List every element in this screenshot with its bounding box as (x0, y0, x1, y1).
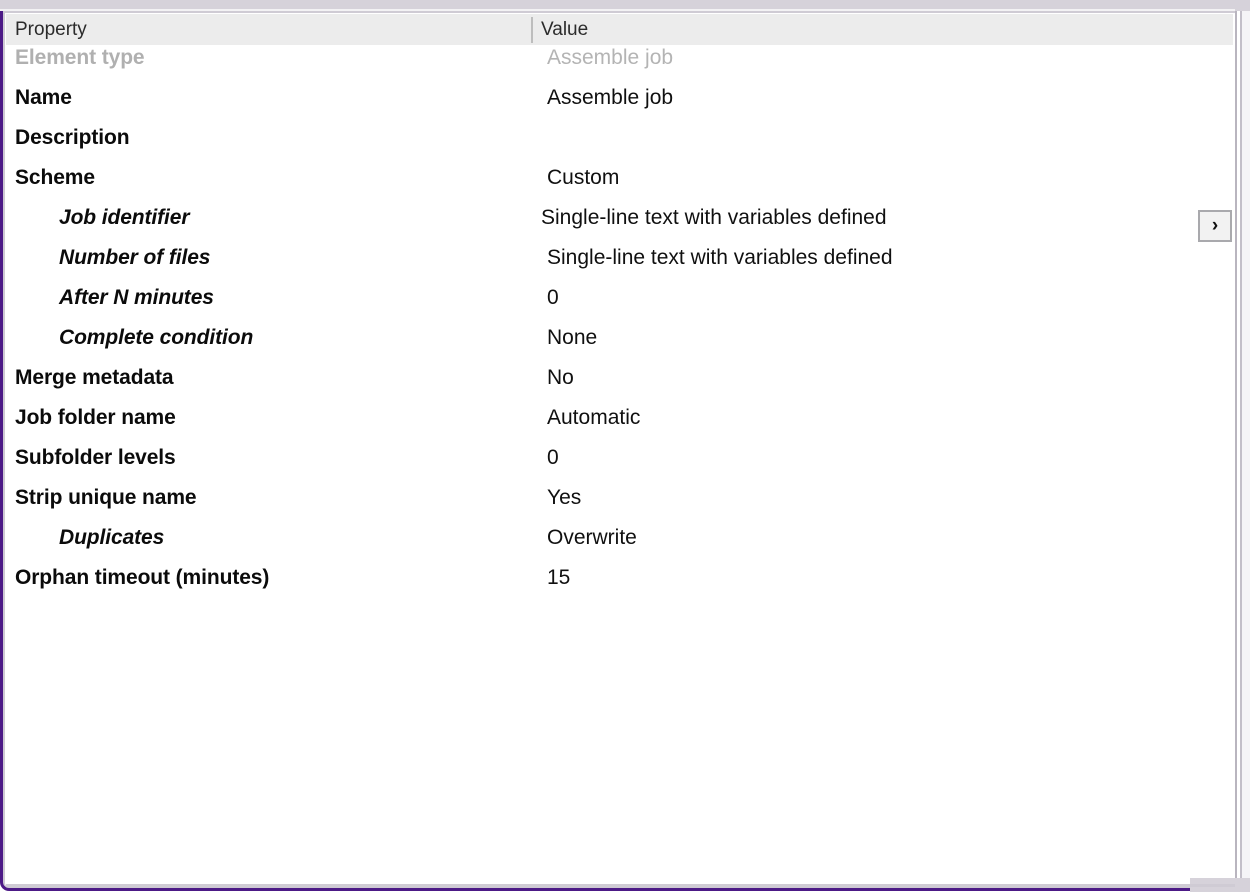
table-row[interactable]: Name Assemble job (6, 86, 1233, 126)
property-value[interactable]: Single-line text with variables defined (541, 206, 887, 230)
table-row[interactable]: Job identifier Single-line text with vari… (6, 206, 1233, 246)
column-header-value[interactable]: Value (541, 19, 588, 41)
table-row[interactable]: Strip unique name Yes (6, 486, 1233, 526)
property-inspector-panel: Property Value Element typeAssemble jobN… (0, 0, 1250, 892)
property-label: Element type (15, 46, 145, 70)
property-value[interactable]: Single-line text with variables defined (547, 246, 893, 270)
table-row[interactable]: After N minutes 0 (6, 286, 1233, 326)
table-row[interactable]: Duplicates Overwrite (6, 526, 1233, 566)
property-label: Orphan timeout (minutes) (15, 566, 269, 590)
property-value[interactable]: Custom (547, 166, 619, 190)
property-value[interactable]: Assemble job (547, 86, 673, 110)
table-body: Element type Assemble job Name Assemble job… (6, 46, 1233, 886)
scrollbar-top-cap (1235, 0, 1250, 11)
property-label: Job folder name (15, 406, 176, 430)
column-header-property[interactable]: Property (15, 19, 87, 41)
table-row[interactable]: Description (6, 126, 1233, 166)
property-label: Merge metadata (15, 366, 174, 390)
property-value[interactable]: Yes (547, 486, 581, 510)
column-resize-handle[interactable] (531, 17, 533, 43)
vertical-scrollbar[interactable] (1235, 11, 1250, 892)
property-label: Subfolder levels (15, 446, 176, 470)
table-row[interactable]: Complete condition None (6, 326, 1233, 366)
property-value[interactable]: Overwrite (547, 526, 637, 550)
table-row[interactable]: Merge metadata No (6, 366, 1233, 406)
property-label: Description (15, 126, 129, 150)
property-label: Strip unique name (15, 486, 197, 510)
table-header-row: Property Value (6, 14, 1233, 46)
property-value[interactable]: 15 (547, 566, 570, 590)
property-value[interactable]: Assemble job (547, 46, 673, 70)
property-label: Name (15, 86, 72, 110)
property-label: Complete condition (59, 326, 253, 350)
property-value[interactable]: 0 (547, 286, 559, 310)
table-row[interactable]: Orphan timeout (minutes) 15 (6, 566, 1233, 606)
scrollbar-track[interactable] (1242, 11, 1250, 892)
property-value[interactable]: 0 (547, 446, 559, 470)
property-value[interactable]: Automatic (547, 406, 640, 430)
properties-table: Property Value Element typeAssemble jobN… (6, 14, 1233, 886)
panel-bottom-shadow (6, 884, 1235, 887)
chevron-right-icon-button[interactable]: › (1198, 210, 1232, 242)
property-label: Number of files (59, 246, 210, 270)
property-label: Duplicates (59, 526, 164, 550)
property-value[interactable]: No (547, 366, 574, 390)
table-row[interactable]: Job folder name Automatic (6, 406, 1233, 446)
table-row[interactable]: Element type Assemble job (6, 46, 1233, 86)
table-row[interactable]: Number of files Single-line text with var… (6, 246, 1233, 286)
property-label: Scheme (15, 166, 95, 190)
property-label: Job identifier (59, 206, 189, 230)
property-value[interactable]: None (547, 326, 597, 350)
property-label: After N minutes (59, 286, 214, 310)
window-top-strip (0, 0, 1250, 9)
table-row[interactable]: Scheme Custom (6, 166, 1233, 206)
table-row[interactable]: Subfolder levels 0 (6, 446, 1233, 486)
